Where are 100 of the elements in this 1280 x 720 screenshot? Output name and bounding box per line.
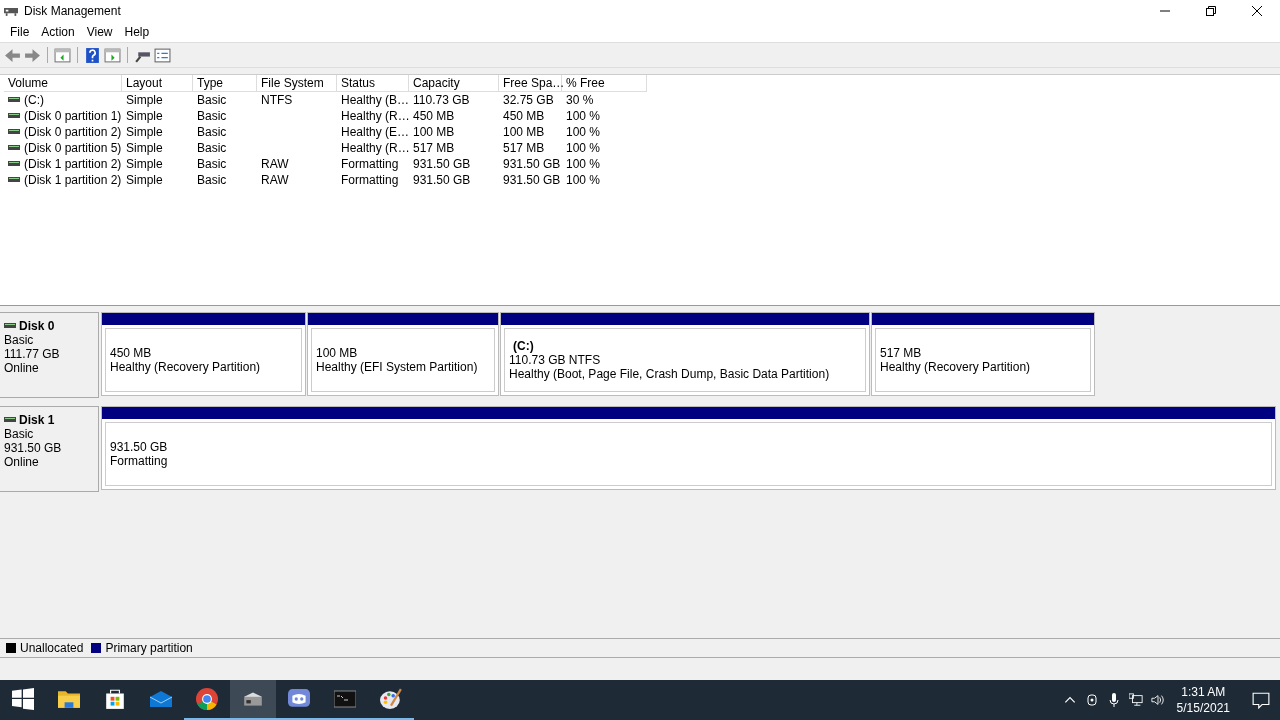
table-cell: Basic [197, 125, 227, 139]
disk-name: Disk 0 [19, 319, 55, 333]
table-cell: 931.50 GB [413, 157, 471, 171]
disk-management-icon [4, 5, 18, 17]
table-cell: Simple [126, 141, 163, 155]
checklist-icon[interactable] [154, 46, 171, 64]
table-cell: 450 MB [413, 109, 455, 123]
partition-status: Healthy (Recovery Partition) [110, 360, 262, 374]
column-header[interactable]: Free Spa… [499, 75, 562, 92]
table-cell: Formatting [341, 173, 399, 187]
disk-type: Basic [4, 427, 35, 441]
table-cell: Simple [126, 157, 163, 171]
table-cell: Healthy (B… [341, 93, 410, 107]
partition-block[interactable]: (C:) 110.73 GB NTFS Healthy (Boot, Page File, Crash Dump, Basic Data Partition) [500, 312, 870, 396]
window-title: Disk Management [24, 4, 121, 18]
back-arrow-icon[interactable] [4, 46, 21, 64]
table-cell: 931.50 GB [503, 157, 561, 171]
table-cell: 100 % [566, 125, 601, 139]
folder-icon [58, 688, 80, 710]
table-cell: 931.50 GB [503, 173, 561, 187]
table-cell: Basic [197, 93, 227, 107]
legend-label: Unallocated [20, 641, 84, 655]
terminal-icon [334, 688, 356, 710]
table-cell: (Disk 1 partition 2) [24, 157, 122, 171]
partition-status: Healthy (Boot, Page File, Crash Dump, Basic Data Partition) [509, 367, 831, 381]
partition-block[interactable]: 931.50 GB Formatting [101, 406, 1276, 490]
table-cell: Simple [126, 93, 163, 107]
column-header[interactable]: Capacity [409, 75, 499, 92]
partition-block[interactable]: 517 MB Healthy (Recovery Partition) [871, 312, 1095, 396]
table-cell: (Disk 0 partition 1) [24, 109, 122, 123]
paint-palette-icon [380, 688, 402, 710]
table-cell: Simple [126, 173, 163, 187]
windows-logo-icon [12, 688, 34, 710]
speaker-icon[interactable] [1150, 693, 1165, 707]
game-controller-icon [288, 688, 310, 710]
notification-icon[interactable] [1252, 691, 1270, 709]
table-cell: 517 MB [413, 141, 455, 155]
table-cell: (C:) [24, 93, 44, 107]
table-cell: 100 MB [503, 125, 545, 139]
partition-size: 517 MB [880, 346, 923, 360]
partition-block[interactable]: 100 MB Healthy (EFI System Partition) [307, 312, 499, 396]
table-cell: 32.75 GB [503, 93, 554, 107]
column-header[interactable]: File System [257, 75, 337, 92]
table-cell: 450 MB [503, 109, 545, 123]
table-cell: 110.73 GB [413, 93, 470, 107]
clock[interactable]: 1:31 AM 5/15/2021 [1176, 684, 1230, 716]
envelope-icon [150, 688, 172, 710]
table-cell: 100 % [566, 173, 601, 187]
table-cell: (Disk 0 partition 5) [24, 141, 122, 155]
close-icon [1252, 6, 1262, 16]
table-cell: 100 % [566, 157, 601, 171]
column-header[interactable]: Volume [4, 75, 122, 92]
table-cell: (Disk 0 partition 2) [24, 125, 122, 139]
partition-status: Healthy (EFI System Partition) [316, 360, 479, 374]
table-cell: (Disk 1 partition 2) [24, 173, 122, 187]
menu-item[interactable]: View [80, 25, 119, 39]
partition-size: 931.50 GB [110, 440, 169, 454]
camera-icon[interactable] [1084, 693, 1099, 707]
disk-type: Basic [4, 333, 35, 347]
disk-status: Online [4, 361, 40, 375]
table-cell: Healthy (R… [341, 109, 410, 123]
partition-size: 450 MB [110, 346, 153, 360]
network-icon[interactable] [1128, 693, 1143, 707]
column-header[interactable]: Type [193, 75, 257, 92]
column-header[interactable]: % Free [562, 75, 647, 92]
table-cell: 30 % [566, 93, 594, 107]
table-cell: 931.50 GB [413, 173, 471, 187]
menu-item[interactable]: Help [118, 25, 156, 39]
restore-icon [1206, 6, 1216, 16]
help-icon[interactable] [84, 46, 101, 64]
menu-item[interactable]: Action [35, 25, 81, 39]
table-cell: 100 % [566, 109, 601, 123]
microphone-icon[interactable] [1106, 693, 1121, 707]
column-header[interactable]: Status [337, 75, 409, 92]
partition-block[interactable]: 450 MB Healthy (Recovery Partition) [101, 312, 306, 396]
table-cell: Healthy (E… [341, 125, 410, 139]
table-cell: 517 MB [503, 141, 545, 155]
disk-name: Disk 1 [19, 413, 55, 427]
partition-status: Formatting [110, 454, 169, 468]
table-cell: 100 MB [413, 125, 455, 139]
shopping-bag-icon [104, 688, 126, 710]
table-cell: Simple [126, 125, 163, 139]
disk-size: 931.50 GB [4, 441, 63, 455]
table-cell: Simple [126, 109, 163, 123]
partition-size: 100 MB [316, 346, 359, 360]
column-header[interactable]: Layout [122, 75, 193, 92]
table-cell: Basic [197, 157, 227, 171]
table-cell: NTFS [261, 93, 293, 107]
table-cell: Healthy (R… [341, 141, 410, 155]
partition-status: Healthy (Recovery Partition) [880, 360, 1032, 374]
menu-item[interactable]: File [4, 25, 36, 39]
table-cell: Basic [197, 173, 227, 187]
table-cell: Basic [197, 109, 227, 123]
table-cell: RAW [261, 157, 289, 171]
partition-size: 110.73 GB NTFS [509, 353, 602, 367]
table-cell: Basic [197, 141, 227, 155]
table-cell: 100 % [566, 141, 601, 155]
legend-label: Primary partition [105, 641, 193, 655]
disk-status: Online [4, 455, 40, 469]
disk-size: 111.77 GB [4, 347, 61, 361]
